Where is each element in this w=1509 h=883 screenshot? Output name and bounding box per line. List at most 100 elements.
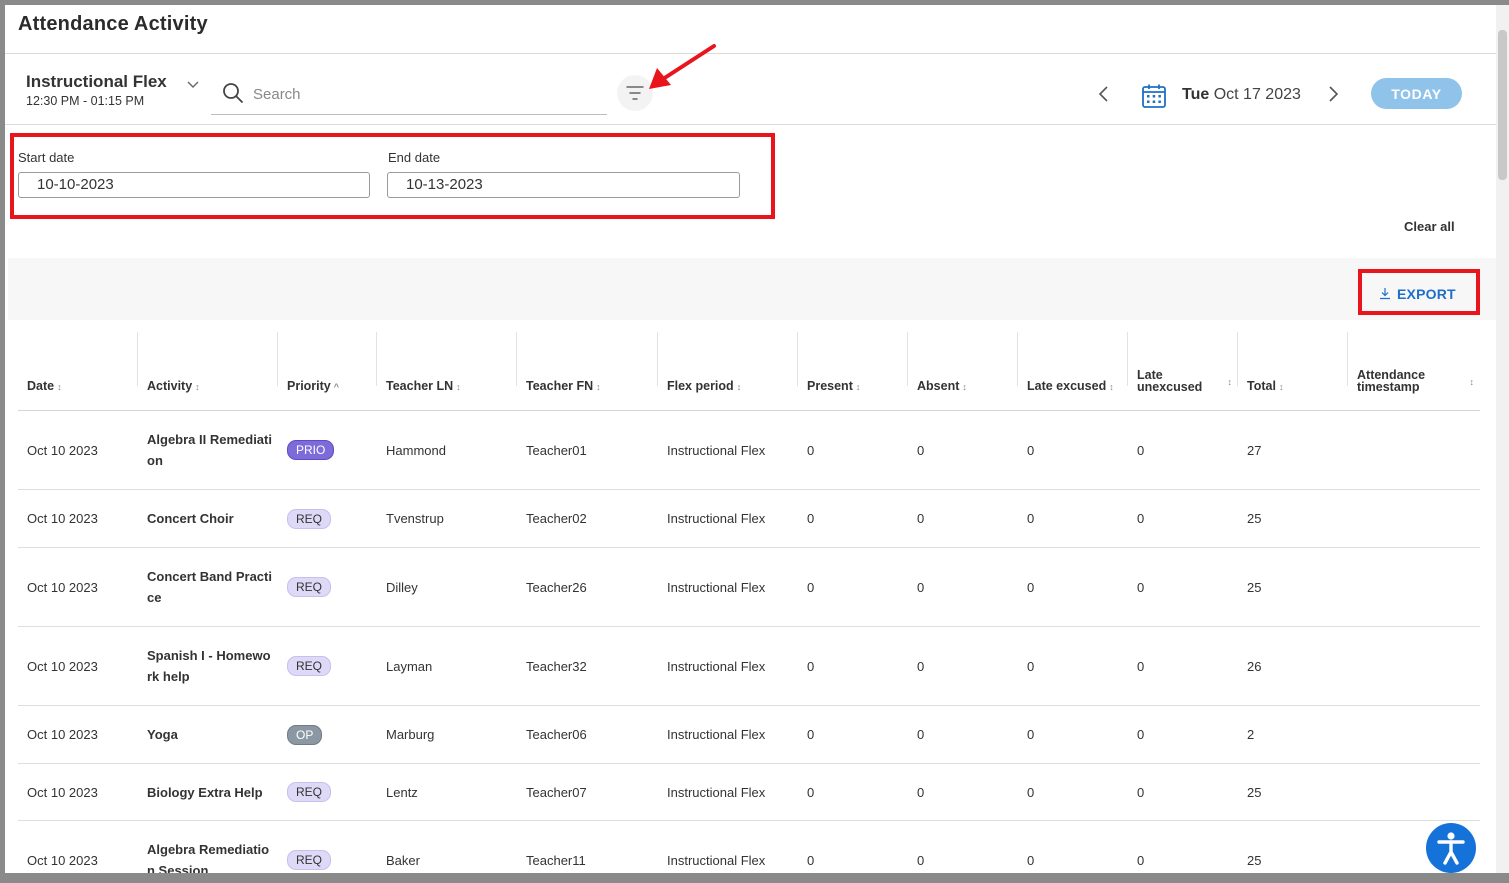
clear-all-button[interactable]: Clear all — [1404, 219, 1455, 234]
column-header-label: Flex period — [667, 379, 734, 393]
cell-date: Oct 10 2023 — [18, 626, 138, 706]
cell-absent: 0 — [908, 763, 1018, 821]
cell-teacher-ln: Layman — [377, 626, 517, 706]
search-icon — [223, 83, 243, 103]
cell-late-unexcused: 0 — [1128, 820, 1238, 873]
sort-icon[interactable]: ↕ — [962, 382, 967, 392]
column-header-label: Priority — [287, 379, 331, 393]
cell-flex: Instructional Flex — [658, 489, 798, 548]
scrollbar-thumb[interactable] — [1498, 30, 1507, 180]
cell-activity: Algebra II Remediation — [138, 410, 278, 490]
cell-teacher-fn: Teacher32 — [517, 626, 658, 706]
table-row[interactable]: Oct 10 2023 Yoga OP Marburg Teacher06 Instruc… — [18, 705, 1480, 764]
start-date-input[interactable]: 10-10-2023 — [18, 172, 370, 198]
cell-late-excused: 0 — [1018, 489, 1128, 548]
search-input[interactable] — [251, 81, 595, 107]
cell-activity: Biology Extra Help — [138, 763, 278, 821]
sort-icon[interactable]: ↕ — [57, 382, 62, 392]
cell-activity: Algebra Remediation Session — [138, 820, 278, 873]
table-row[interactable]: Oct 10 2023 Algebra Remediation Session RE… — [18, 820, 1480, 873]
accessibility-button[interactable] — [1426, 823, 1476, 873]
sort-icon[interactable]: ↕ — [1279, 382, 1284, 392]
accessibility-icon — [1437, 832, 1465, 865]
cell-teacher-ln: Baker — [377, 820, 517, 873]
cell-teacher-ln: Lentz — [377, 763, 517, 821]
column-header-label: unexcused — [1137, 380, 1203, 394]
cell-priority: REQ — [278, 820, 377, 873]
chevron-right-icon[interactable] — [1326, 85, 1340, 103]
sort-icon[interactable]: ↕ — [596, 382, 601, 392]
column-header[interactable]: Priority ^ — [278, 328, 377, 411]
toolbar-band — [8, 258, 1496, 320]
cell-teacher-ln: Tvenstrup — [377, 489, 517, 548]
table-row[interactable]: Oct 10 2023 Concert Choir REQ Tvenstrup Teac… — [18, 489, 1480, 548]
sort-ascending-icon[interactable]: ^ — [334, 382, 339, 392]
export-button[interactable]: EXPORT — [1383, 286, 1456, 302]
sort-icon[interactable]: ↕ — [456, 382, 461, 392]
sort-icon[interactable]: ↕ — [856, 382, 861, 392]
cell-timestamp — [1348, 489, 1480, 548]
cell-priority: PRIO — [278, 410, 377, 490]
cell-present: 0 — [798, 820, 908, 873]
cell-timestamp — [1348, 547, 1480, 627]
cell-late-unexcused: 0 — [1128, 626, 1238, 706]
cell-timestamp — [1348, 626, 1480, 706]
column-header[interactable]: Teacher FN ↕ — [517, 328, 658, 411]
today-button[interactable]: TODAY — [1371, 78, 1462, 109]
column-header[interactable]: Flex period ↕ — [658, 328, 798, 411]
priority-badge: REQ — [287, 782, 332, 802]
cell-flex: Instructional Flex — [658, 763, 798, 821]
cell-flex: Instructional Flex — [658, 410, 798, 490]
sort-icon[interactable]: ↕ — [1109, 382, 1114, 392]
end-date-input[interactable]: 10-13-2023 — [387, 172, 740, 198]
current-date-value: Oct 17 2023 — [1213, 86, 1301, 103]
cell-absent: 0 — [908, 705, 1018, 764]
column-header[interactable]: Absent ↕ — [908, 328, 1018, 411]
cell-teacher-fn: Teacher11 — [517, 820, 658, 873]
sort-icon[interactable]: ↕ — [1470, 376, 1475, 388]
table-row[interactable]: Oct 10 2023 Biology Extra Help REQ Lentz Tea… — [18, 763, 1480, 821]
cell-present: 0 — [798, 626, 908, 706]
cell-teacher-fn: Teacher06 — [517, 705, 658, 764]
column-header-label: Total — [1247, 379, 1276, 393]
column-header-label: Late excused — [1027, 379, 1107, 393]
annotation-arrow — [649, 44, 716, 89]
cell-late-unexcused: 0 — [1128, 410, 1238, 490]
column-header[interactable]: Activity ↕ — [138, 328, 278, 411]
column-header[interactable]: Present ↕ — [798, 328, 908, 411]
cell-present: 0 — [798, 547, 908, 627]
calendar-icon[interactable] — [1141, 83, 1167, 109]
cell-date: Oct 10 2023 — [18, 410, 138, 490]
table-row[interactable]: Oct 10 2023 Spanish I - Homework help REQ L… — [18, 626, 1480, 706]
attendance-table: Date ↕ Activity ↕ Priority ^ Teacher LN ↕ Teache… — [18, 328, 1480, 873]
sort-icon[interactable]: ↕ — [1228, 376, 1233, 388]
filter-icon — [626, 86, 644, 100]
chevron-down-icon[interactable] — [187, 81, 199, 89]
column-header[interactable]: Teacher LN ↕ — [377, 328, 517, 411]
cell-activity: Yoga — [138, 705, 278, 764]
cell-teacher-fn: Teacher07 — [517, 763, 658, 821]
cell-date: Oct 10 2023 — [18, 705, 138, 764]
table-row[interactable]: Oct 10 2023 Concert Band Practice REQ Dille… — [18, 547, 1480, 627]
column-header[interactable]: Date ↕ — [18, 328, 138, 411]
sort-icon[interactable]: ↕ — [195, 382, 200, 392]
column-header[interactable]: Attendance timestamp ↕ — [1348, 328, 1480, 411]
table-header-row: Date ↕ Activity ↕ Priority ^ Teacher LN ↕ Teache… — [18, 328, 1480, 411]
cell-priority: REQ — [278, 547, 377, 627]
cell-present: 0 — [798, 705, 908, 764]
cell-late-excused: 0 — [1018, 547, 1128, 627]
column-header[interactable]: Total ↕ — [1238, 328, 1348, 411]
divider — [5, 53, 1496, 54]
cell-activity: Concert Choir — [138, 489, 278, 548]
column-header[interactable]: Late unexcused ↕ — [1128, 328, 1238, 411]
chevron-left-icon[interactable] — [1097, 85, 1111, 103]
table-row[interactable]: Oct 10 2023 Algebra II Remediation PRIO Ham… — [18, 410, 1480, 490]
cell-timestamp — [1348, 705, 1480, 764]
cell-date: Oct 10 2023 — [18, 489, 138, 548]
column-header[interactable]: Late excused ↕ — [1018, 328, 1128, 411]
sort-icon[interactable]: ↕ — [737, 382, 742, 392]
cell-teacher-fn: Teacher26 — [517, 547, 658, 627]
cell-flex: Instructional Flex — [658, 626, 798, 706]
priority-badge: REQ — [287, 508, 332, 529]
cell-absent: 0 — [908, 547, 1018, 627]
